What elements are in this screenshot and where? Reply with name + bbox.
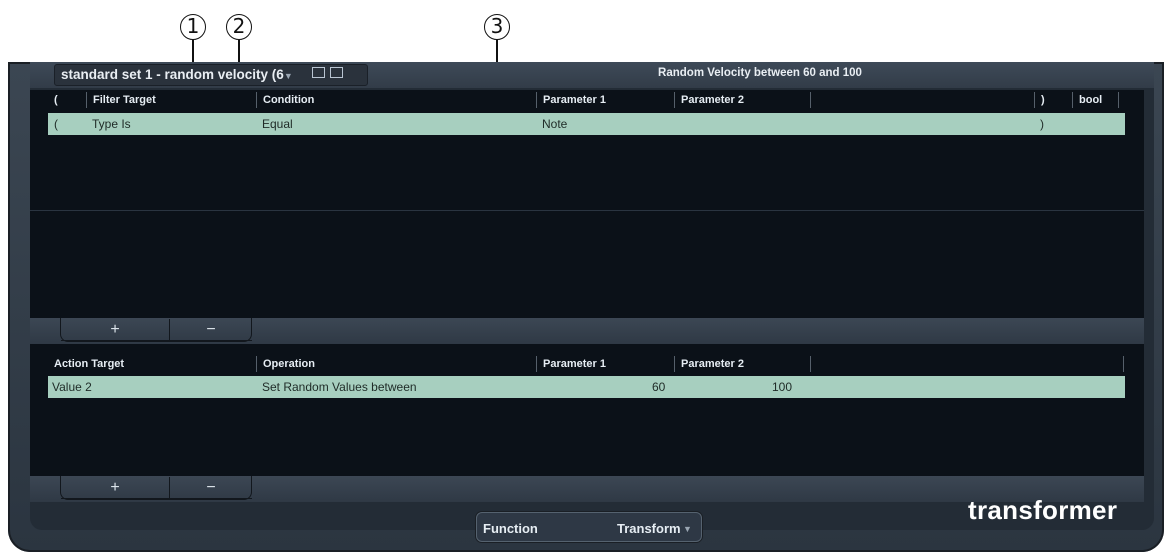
callout-3: 3 (484, 14, 510, 40)
remove-action-button[interactable]: − (170, 477, 252, 499)
preset-bar: standard set 1 - random velocity (6▼ Ran… (30, 62, 1154, 88)
col-separator (1118, 92, 1119, 108)
row-action-target[interactable]: Value 2 (52, 380, 92, 394)
remove-filter-button[interactable]: − (170, 319, 252, 341)
row-condition[interactable]: Equal (262, 117, 293, 131)
row-action-parameter-1[interactable]: 60 (652, 380, 665, 394)
col-bool[interactable]: bool (1072, 92, 1102, 108)
add-filter-button[interactable]: + (61, 319, 170, 341)
row-action-parameter-2[interactable]: 100 (772, 380, 792, 394)
callout-1: 1 (180, 14, 206, 40)
brand-logo: transformer (968, 495, 1118, 525)
filter-button-group: + − (60, 318, 252, 342)
row-open-paren: ( (54, 117, 58, 131)
add-action-button[interactable]: + (61, 477, 170, 499)
chevron-down-icon: ▼ (683, 524, 692, 534)
action-header: Action Target Operation Parameter 1 Para… (48, 354, 1125, 374)
col-action-target[interactable]: Action Target (48, 356, 124, 372)
function-value: Transform (617, 521, 681, 536)
col-operation[interactable]: Operation (256, 356, 315, 372)
col-open-paren[interactable]: ( (48, 92, 58, 108)
row-close-paren[interactable]: ) (1040, 117, 1044, 131)
remove-preset-icon[interactable] (330, 67, 343, 78)
action-row[interactable]: Value 2 Set Random Values between 60 100 (48, 376, 1125, 398)
filter-button-bar: + − (30, 318, 1144, 344)
action-button-group: + − (60, 476, 252, 500)
col-separator (810, 356, 811, 372)
col-parameter-2[interactable]: Parameter 2 (674, 92, 744, 108)
row-operation[interactable]: Set Random Values between (262, 380, 417, 394)
function-label: Function (483, 521, 538, 536)
filter-divider (30, 210, 1144, 211)
col-action-parameter-1[interactable]: Parameter 1 (536, 356, 606, 372)
col-action-parameter-2[interactable]: Parameter 2 (674, 356, 744, 372)
col-filter-target[interactable]: Filter Target (86, 92, 156, 108)
filter-row[interactable]: ( Type Is Equal Note ) (48, 113, 1125, 135)
callout-2: 2 (226, 14, 252, 40)
store-preset-icon[interactable] (312, 67, 325, 78)
preset-description: Random Velocity between 60 and 100 (658, 67, 862, 79)
filter-header: ( Filter Target Condition Parameter 1 Pa… (48, 90, 1125, 110)
function-selector[interactable]: Function Transform ▼ (476, 512, 702, 542)
col-close-paren[interactable]: ) (1034, 92, 1045, 108)
row-parameter-1[interactable]: Note (542, 117, 567, 131)
col-parameter-1[interactable]: Parameter 1 (536, 92, 606, 108)
preset-name: standard set 1 - random velocity (6 (61, 67, 284, 82)
chevron-down-icon: ▼ (283, 71, 293, 81)
row-filter-target[interactable]: Type Is (92, 117, 131, 131)
col-condition[interactable]: Condition (256, 92, 314, 108)
col-separator (810, 92, 811, 108)
col-separator (1123, 356, 1124, 372)
